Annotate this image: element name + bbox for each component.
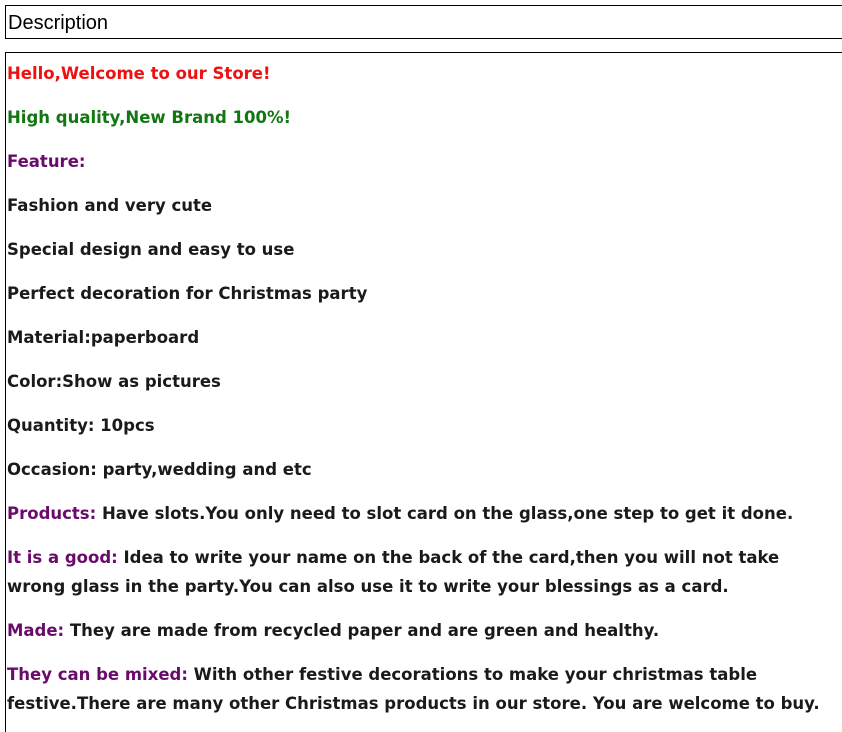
feature-item: Quantity: 10pcs — [7, 416, 155, 435]
made-paragraph: Made: They are made from recycled paper … — [7, 621, 660, 640]
mixed-paragraph: They can be mixed: With other festive de… — [7, 665, 820, 713]
products-paragraph: Products: Have slots.You only need to sl… — [7, 504, 794, 523]
feature-item: Material:paperboard — [7, 328, 200, 347]
feature-item: Perfect decoration for Christmas party — [7, 284, 368, 303]
feature-item: Special design and easy to use — [7, 240, 295, 259]
welcome-line: Hello,Welcome to our Store! — [7, 64, 271, 83]
feature-item: Occasion: party,wedding and etc — [7, 460, 312, 479]
good-paragraph: It is a good: Idea to write your name on… — [7, 548, 780, 596]
feature-item: Fashion and very cute — [7, 196, 213, 215]
description-title: Description — [8, 12, 109, 34]
feature-heading: Feature: — [7, 152, 86, 171]
feature-item: Color:Show as pictures — [7, 372, 221, 391]
quality-line: High quality,New Brand 100%! — [7, 108, 292, 127]
description-content: Hello,Welcome to our Store! High quality… — [5, 52, 842, 732]
description-header: Description — [5, 5, 842, 39]
